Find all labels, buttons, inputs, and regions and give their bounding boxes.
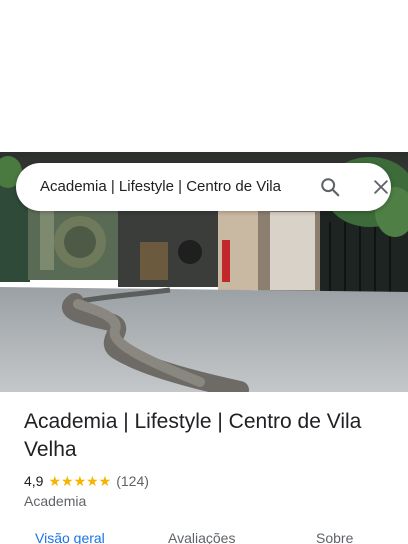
tab-about[interactable]: Sobre [316, 530, 353, 544]
search-button[interactable] [318, 175, 342, 199]
search-bar[interactable]: Academia | Lifestyle | Centro de Vila [16, 163, 391, 211]
search-icon [321, 178, 340, 197]
place-tabs: Visão geral Avaliações Sobre [0, 530, 408, 544]
rating-value: 4,9 [24, 473, 44, 489]
map-area-blank [0, 0, 408, 152]
rating-row[interactable]: 4,9 ★★★★★ (124) [24, 472, 149, 490]
star-rating-icon: ★★★★★ [48, 472, 112, 489]
review-count[interactable]: (124) [116, 473, 149, 489]
close-button[interactable] [369, 175, 393, 199]
tab-reviews[interactable]: Avaliações [168, 530, 235, 544]
tab-overview[interactable]: Visão geral [35, 530, 105, 544]
place-title: Academia | Lifestyle | Centro de Vila Ve… [24, 410, 362, 461]
search-input[interactable]: Academia | Lifestyle | Centro de Vila [40, 163, 304, 211]
place-category[interactable]: Academia [24, 493, 86, 509]
close-icon [374, 180, 388, 194]
